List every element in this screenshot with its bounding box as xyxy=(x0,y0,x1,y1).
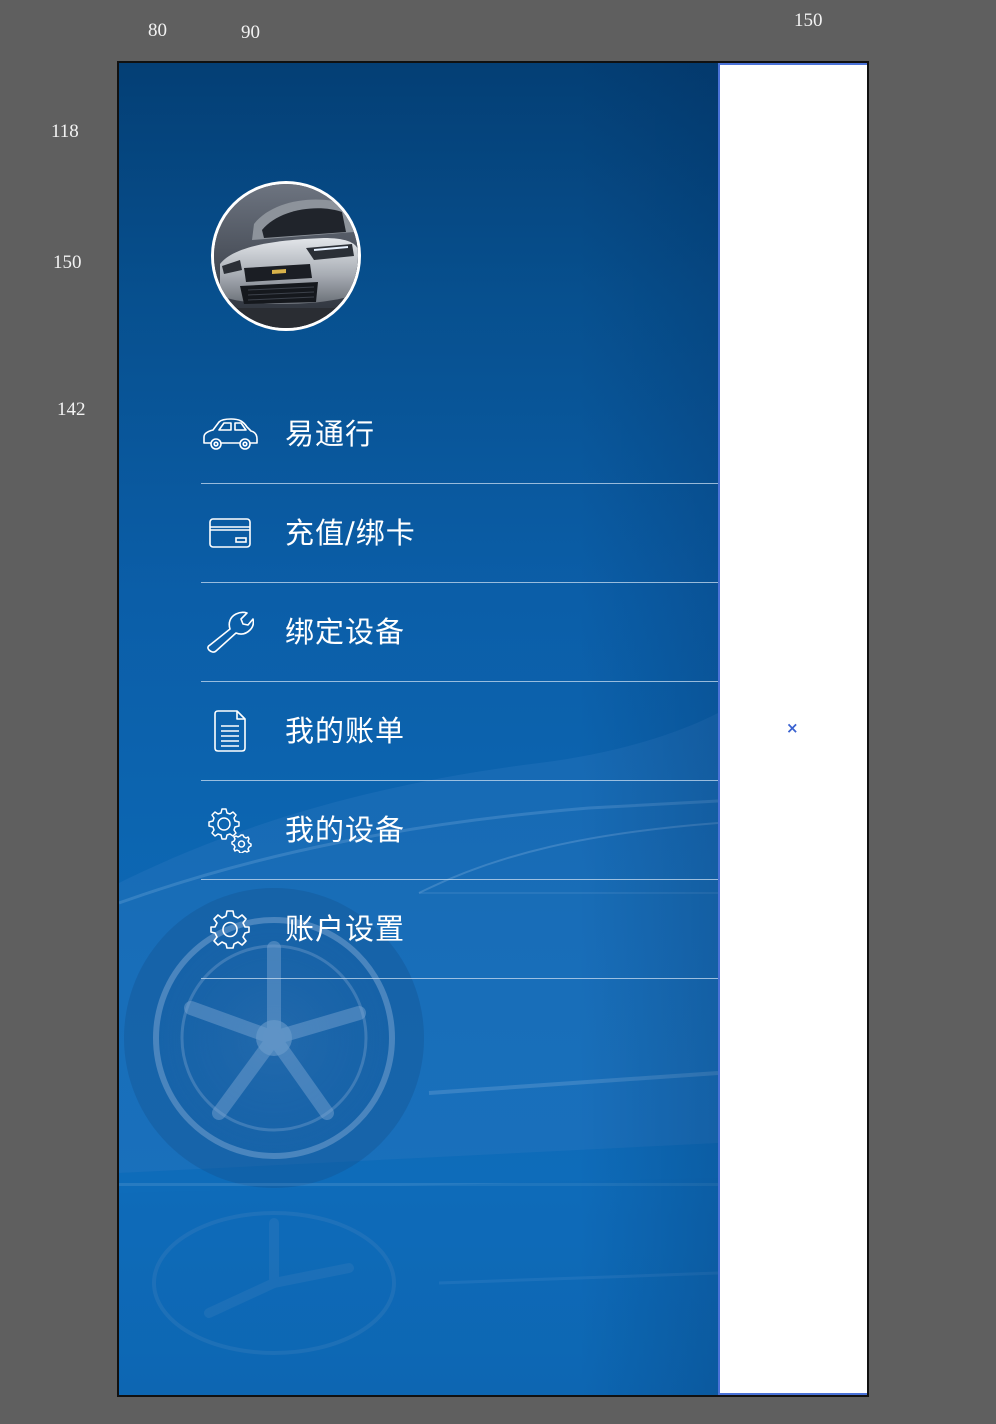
menu-item-label: 我的账单 xyxy=(285,714,406,748)
document-icon xyxy=(201,682,259,780)
phone-screen: 易通行 充值/绑卡 绑定设备 我的账单 我的设备 账户设置 × xyxy=(117,61,869,1397)
menu-item-label: 绑定设备 xyxy=(285,615,406,649)
menu-item-bind-device[interactable]: 绑定设备 xyxy=(201,583,718,682)
gears-icon xyxy=(201,781,259,879)
menu-item-recharge-bind-card[interactable]: 充值/绑卡 xyxy=(201,484,718,583)
width-annotation-150: 150 xyxy=(794,10,823,31)
car-icon xyxy=(201,385,259,483)
height-annotation-142: 142 xyxy=(57,399,86,420)
menu-item-label: 账户设置 xyxy=(285,912,406,946)
width-annotation-80: 80 xyxy=(148,20,167,41)
design-canvas: 80 90 150 118 150 142 易通行 充值/绑卡 绑定设备 我的账… xyxy=(0,0,996,1424)
menu-item-my-bills[interactable]: 我的账单 xyxy=(201,682,718,781)
gear-icon xyxy=(201,880,259,978)
avatar[interactable] xyxy=(211,181,361,331)
width-annotation-90: 90 xyxy=(241,22,260,43)
menu-item-label: 充值/绑卡 xyxy=(285,516,416,550)
close-icon[interactable]: × xyxy=(786,721,799,736)
card-icon xyxy=(201,484,259,582)
height-annotation-150: 150 xyxy=(53,252,82,273)
menu-item-easy-travel[interactable]: 易通行 xyxy=(201,385,718,484)
wrench-icon xyxy=(201,583,259,681)
menu-item-account-settings[interactable]: 账户设置 xyxy=(201,880,718,979)
side-drawer: 易通行 充值/绑卡 绑定设备 我的账单 我的设备 账户设置 xyxy=(119,63,718,1395)
drawer-menu: 易通行 充值/绑卡 绑定设备 我的账单 我的设备 账户设置 xyxy=(201,385,718,979)
main-content-panel[interactable]: × xyxy=(718,63,867,1395)
menu-item-label: 我的设备 xyxy=(285,813,406,847)
menu-item-my-devices[interactable]: 我的设备 xyxy=(201,781,718,880)
height-annotation-118: 118 xyxy=(51,121,79,142)
menu-item-label: 易通行 xyxy=(285,417,376,451)
avatar-car-image xyxy=(214,184,358,328)
